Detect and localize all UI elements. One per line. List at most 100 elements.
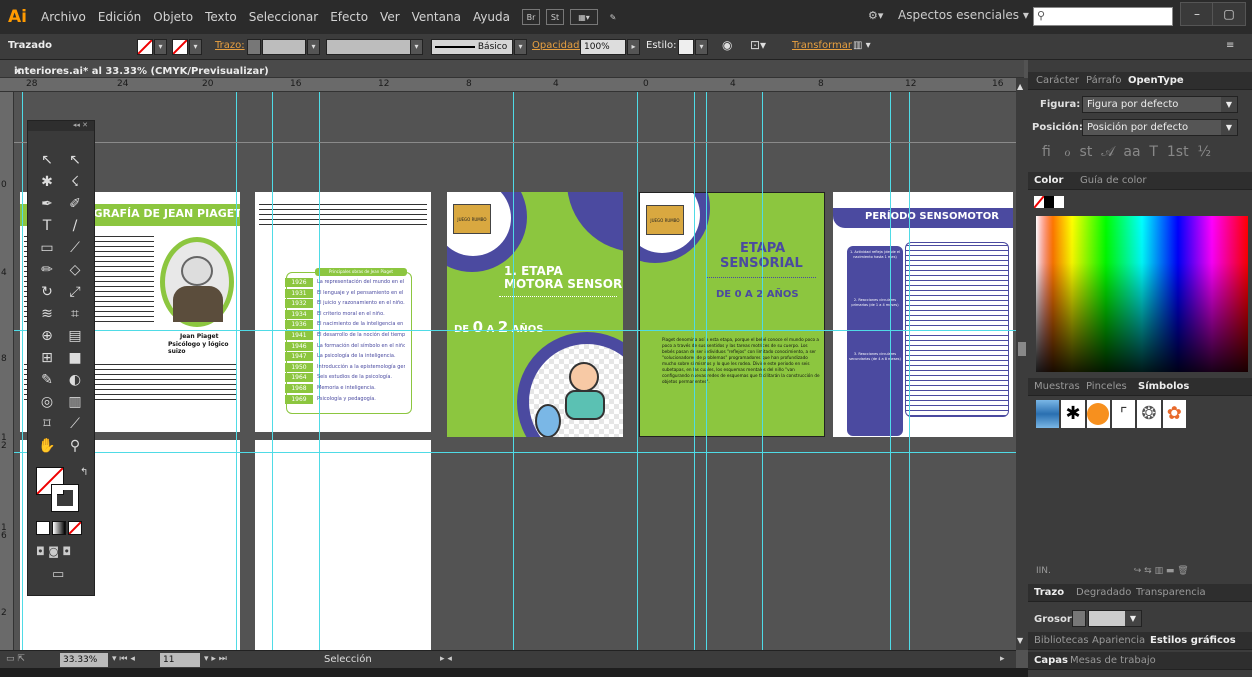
opacity-label[interactable]: Opacidad: bbox=[532, 40, 583, 51]
fill-dropdown[interactable]: ▾ bbox=[154, 39, 167, 55]
tab-pinceles[interactable]: Pinceles bbox=[1086, 381, 1127, 392]
none-swatch[interactable] bbox=[1034, 196, 1044, 208]
symbol-sprayer-icon[interactable]: ◎ bbox=[34, 391, 60, 413]
guide[interactable] bbox=[762, 92, 763, 650]
position-select[interactable]: Posición por defecto ▼ bbox=[1082, 119, 1238, 136]
isolate-icon[interactable]: ▥ ▾ bbox=[853, 40, 871, 51]
canvas[interactable]: IOGRAFÍA DE JEAN PIAGET Jean Piaget Psic… bbox=[14, 92, 1016, 650]
guide[interactable] bbox=[236, 92, 237, 650]
guide[interactable] bbox=[22, 92, 23, 650]
magic-wand-icon[interactable]: ✱ bbox=[34, 171, 60, 193]
artboard-next-icon[interactable]: ▾ ▸ ⏭ bbox=[204, 654, 227, 664]
tools-panel-header[interactable]: ◂◂ ✕ bbox=[28, 121, 94, 131]
symbol-splat[interactable]: ✱ bbox=[1061, 400, 1085, 428]
tab-opentype[interactable]: OpenType bbox=[1128, 75, 1184, 86]
stroke-label[interactable]: Trazo: bbox=[215, 40, 245, 51]
profile-dropdown[interactable]: ▾ bbox=[410, 39, 423, 55]
guide[interactable] bbox=[694, 92, 695, 650]
direct-selection-tool-icon[interactable]: ↖ bbox=[62, 149, 88, 171]
stroke-weight-input[interactable] bbox=[262, 39, 306, 55]
help-search-input[interactable]: ⚲ bbox=[1033, 7, 1173, 26]
lasso-icon[interactable]: ☇ bbox=[62, 171, 88, 193]
zoom-dropdown-icon[interactable]: ▾ ⏮ ◂ bbox=[112, 654, 135, 664]
symbol-flower[interactable]: ✿ bbox=[1162, 400, 1186, 428]
black-swatch[interactable] bbox=[1044, 196, 1054, 208]
tab-caracter[interactable]: Carácter bbox=[1036, 75, 1079, 86]
opentype-glyph-buttons[interactable]: fi ℴ st 𝒜 aa T 1st ½ bbox=[1042, 144, 1211, 160]
symbol-ornament[interactable]: ❂ bbox=[1137, 400, 1161, 428]
rectangle-tool-icon[interactable]: ▭ bbox=[34, 237, 60, 259]
screen-mode-icon[interactable]: ▭ bbox=[52, 567, 64, 582]
type-tool-icon[interactable]: T bbox=[34, 215, 60, 237]
vertical-scrollbar[interactable]: ▲ ▼ bbox=[1016, 78, 1028, 650]
guide[interactable] bbox=[890, 92, 891, 650]
free-transform-icon[interactable]: ⌗ bbox=[62, 303, 88, 325]
perspective-grid-icon[interactable]: ▤ bbox=[62, 325, 88, 347]
artboard-tool-icon[interactable]: ⌑ bbox=[34, 413, 60, 435]
menu-ver[interactable]: Ver bbox=[374, 10, 406, 24]
tools-panel[interactable]: ◂◂ ✕ ↖ ↖ ✱ ☇ ✒ ✐ T / ▭ ⟋ ✏ ◇ ↻ ⤢ ≋ ⌗ ⊕ ▤… bbox=[27, 120, 95, 596]
tab-mesas-trabajo[interactable]: Mesas de trabajo bbox=[1070, 655, 1156, 666]
artboard-etapa-sensorial[interactable]: JUEGO RUMBO ETAPA SENSORIAL DE 0 A 2 AÑO… bbox=[639, 192, 825, 437]
artboard-etapa-motora[interactable]: JUEGO RUMBO 1. ETAPA MOTORA SENSORIAL DE… bbox=[447, 192, 623, 437]
tab-simbolos[interactable]: Símbolos bbox=[1138, 381, 1189, 392]
guide[interactable] bbox=[513, 92, 514, 650]
tab-degradado[interactable]: Degradado bbox=[1076, 587, 1131, 598]
symbol-orange[interactable] bbox=[1086, 400, 1110, 428]
draw-mode-icons[interactable]: ◘ ◙ ◘ bbox=[36, 545, 71, 558]
maximize-button[interactable]: ▢ bbox=[1212, 2, 1246, 26]
swap-colors-icon[interactable]: ↰ bbox=[80, 467, 88, 478]
arrange-documents-icon[interactable]: ▦▾ bbox=[570, 9, 599, 25]
stroke-color-box[interactable] bbox=[51, 484, 79, 512]
tab-color[interactable]: Color bbox=[1034, 175, 1063, 186]
mesh-tool-icon[interactable]: ⊞ bbox=[34, 347, 60, 369]
guide[interactable] bbox=[637, 92, 638, 650]
color-icon[interactable] bbox=[36, 521, 50, 535]
gradient-tool-icon[interactable]: ■ bbox=[62, 347, 88, 369]
shape-builder-icon[interactable]: ⊕ bbox=[34, 325, 60, 347]
panel-menu-icon[interactable]: ≡ bbox=[1226, 40, 1234, 51]
style-dropdown[interactable]: ▾ bbox=[695, 39, 708, 55]
menu-ventana[interactable]: Ventana bbox=[406, 10, 467, 24]
menu-seleccionar[interactable]: Seleccionar bbox=[243, 10, 324, 24]
tab-estilos-graficos[interactable]: Estilos gráficos bbox=[1150, 635, 1236, 646]
guide[interactable] bbox=[909, 92, 910, 650]
gpu-icon[interactable]: ✎ bbox=[604, 9, 622, 25]
eraser-icon[interactable]: ◇ bbox=[62, 259, 88, 281]
scale-tool-icon[interactable]: ⤢ bbox=[62, 281, 88, 303]
eyedropper-icon[interactable]: ✎ bbox=[34, 369, 60, 391]
fill-swatch[interactable] bbox=[137, 39, 153, 55]
tab-transparencia[interactable]: Transparencia bbox=[1136, 587, 1206, 598]
vertical-ruler[interactable]: 0 4 8 1 2 1 6 2 bbox=[0, 92, 14, 650]
menu-objeto[interactable]: Objeto bbox=[147, 10, 199, 24]
transform-link[interactable]: Transformar bbox=[792, 40, 852, 51]
hscroll-right-icon[interactable]: ▸ bbox=[1000, 654, 1005, 664]
stroke-stepper[interactable] bbox=[247, 39, 261, 55]
menu-efecto[interactable]: Efecto bbox=[324, 10, 374, 24]
minimize-button[interactable]: – bbox=[1180, 2, 1214, 26]
hand-tool-icon[interactable]: ✋ bbox=[34, 435, 60, 457]
symbol-blue[interactable] bbox=[1036, 400, 1060, 428]
paintbrush-icon[interactable]: ⟋ bbox=[62, 237, 88, 259]
symbol-panel-actions[interactable]: IIN. ↪ ⇆ ▥ ▬ 🗑 bbox=[1036, 566, 1236, 576]
stroke-weight-dropdown[interactable]: ▾ bbox=[307, 39, 320, 55]
symbol-frame[interactable]: ⌜ bbox=[1111, 400, 1136, 428]
artboard-periodo-sensomotor[interactable]: PERÍODO SENSOMOTOR 1. Actividad refleja … bbox=[833, 192, 1013, 437]
weight-stepper[interactable] bbox=[1072, 610, 1086, 627]
zoom-tool-icon[interactable]: ⚲ bbox=[62, 435, 88, 457]
gradient-icon[interactable] bbox=[52, 521, 66, 535]
artboard-blank-2[interactable] bbox=[255, 440, 431, 650]
guide[interactable] bbox=[14, 452, 1016, 453]
guide[interactable] bbox=[14, 330, 1016, 331]
brush-dropdown[interactable]: ▾ bbox=[514, 39, 527, 55]
menu-edicion[interactable]: Edición bbox=[92, 10, 147, 24]
pen-tool-icon[interactable]: ✒ bbox=[34, 193, 60, 215]
bridge-button[interactable]: Br bbox=[522, 9, 541, 25]
warp-tool-icon[interactable]: ≋ bbox=[34, 303, 60, 325]
artboard-nav-icon[interactable]: ▭ ⇱ bbox=[6, 654, 25, 664]
opacity-input[interactable]: 100% bbox=[580, 39, 626, 55]
sync-icon[interactable]: ⚙▾ bbox=[868, 9, 883, 22]
tab-capas[interactable]: Capas bbox=[1034, 655, 1068, 666]
artboard-number-input[interactable]: 11 bbox=[160, 653, 200, 667]
stock-button[interactable]: St bbox=[546, 9, 565, 25]
